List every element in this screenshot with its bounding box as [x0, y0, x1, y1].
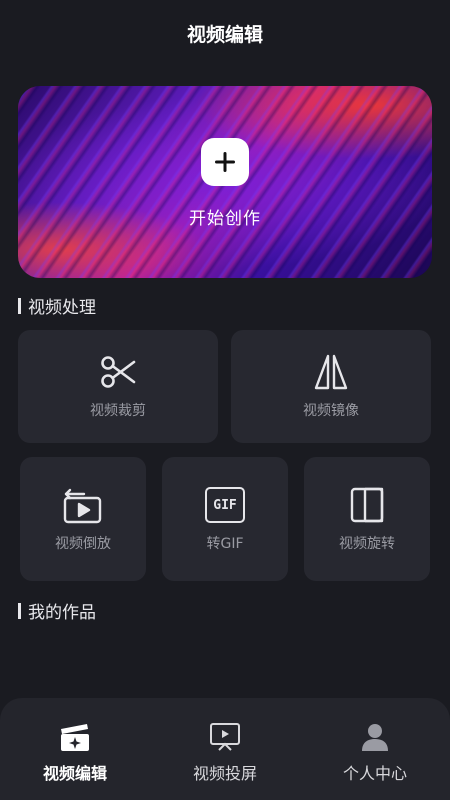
screen-cast-icon — [210, 723, 240, 751]
start-creation-label: 开始创作 — [189, 209, 261, 229]
plus-icon — [215, 152, 235, 172]
clapperboard-sparkle-icon — [61, 724, 89, 751]
trim-video-label: 视频裁剪 — [90, 403, 146, 419]
add-button[interactable] — [201, 138, 249, 186]
section-marker — [18, 602, 21, 619]
convert-gif-button[interactable]: GIF 转GIF — [162, 457, 288, 581]
reverse-video-label: 视频倒放 — [55, 536, 111, 552]
section-heading-processing: 视频处理 — [18, 293, 96, 318]
tab-profile-label: 个人中心 — [342, 764, 407, 783]
rotate-video-button[interactable]: 视频旋转 — [304, 457, 430, 581]
section-heading-works: 我的作品 — [18, 598, 96, 623]
rotate-icon — [350, 487, 384, 523]
section-marker — [18, 297, 21, 314]
user-icon — [362, 724, 388, 751]
mirror-video-label: 视频镜像 — [303, 403, 359, 419]
trim-video-button[interactable]: 视频裁剪 — [18, 330, 218, 443]
reverse-play-icon — [63, 488, 102, 524]
tab-video-edit-label: 视频编辑 — [42, 764, 107, 783]
tab-video-cast-label: 视频投屏 — [192, 764, 257, 783]
convert-gif-label: 转GIF — [206, 536, 244, 552]
tab-video-cast[interactable]: 视频投屏 — [165, 722, 285, 784]
reverse-video-button[interactable]: 视频倒放 — [20, 457, 146, 581]
tab-profile[interactable]: 个人中心 — [315, 722, 435, 784]
page-title: 视频编辑 — [186, 24, 263, 46]
tab-video-edit[interactable]: 视频编辑 — [15, 722, 135, 784]
section-title: 我的作品 — [28, 603, 96, 623]
mirror-icon — [314, 354, 348, 390]
gif-icon-text: GIF — [213, 497, 237, 513]
mirror-video-button[interactable]: 视频镜像 — [231, 330, 431, 443]
bottom-tab-bar: 视频编辑 视频投屏 个人中心 — [0, 698, 450, 800]
gif-icon: GIF — [205, 487, 245, 523]
scissors-icon — [101, 356, 136, 388]
rotate-video-label: 视频旋转 — [339, 536, 395, 552]
section-title: 视频处理 — [28, 298, 96, 318]
start-creation-banner[interactable]: 开始创作 — [18, 86, 432, 278]
